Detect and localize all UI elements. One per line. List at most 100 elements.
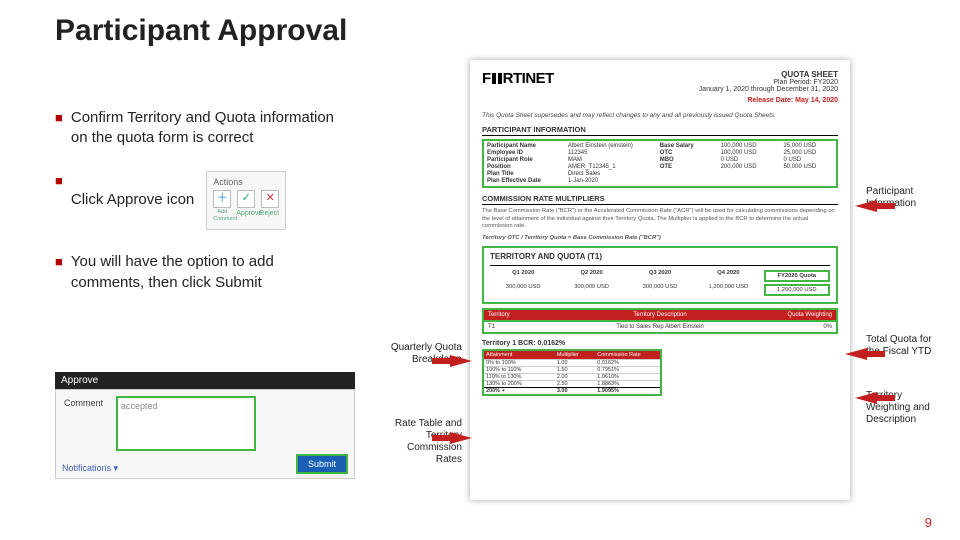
fortinet-logo: FRTINET [482,70,554,87]
r4c: 1.9095% [597,388,658,394]
pi-otc-a: 100,000 USD [721,150,774,156]
submit-button[interactable]: Submit [296,454,348,474]
r3c: 1.8863% [597,381,658,387]
r0a: 0% to 100% [486,360,557,366]
bullet-2: ■ Click Approve icon Actions ＋ ✓ ✕ Add C… [55,171,335,231]
arrow-icon [855,200,877,212]
bullet-1: ■ Confirm Territory and Quota informatio… [55,108,335,149]
pi-ote-k: OTE [660,164,711,170]
add-label: Add Comment [213,209,231,224]
pi-ote-a: 200,000 USD [721,164,774,170]
approve-label: Approve [236,209,254,224]
territory-table-header: Territory Territory Description Quota We… [482,308,838,322]
release-date: Release Date: May 14, 2020 [699,97,838,104]
approve-bar: Approve [55,372,355,389]
reject-icon[interactable]: ✕ [261,190,279,208]
r1c: 0.7951% [597,367,658,373]
r1b: 1.50 [557,367,597,373]
pi-mbo-q: 0 USD [783,157,833,163]
supersedes-note: This Quota Sheet supersedes and may refl… [482,112,838,119]
arrow-icon [855,392,877,404]
arrow-icon [450,432,472,444]
rate-h-c: Commission Rate [597,352,658,358]
add-comment-icon[interactable]: ＋ [213,190,231,208]
section-crm: COMMISSION RATE MULTIPLIERS [482,194,838,205]
arrow-icon [450,355,472,367]
pi-mbo-a: 0 USD [721,157,774,163]
participant-info-box: Participant Name Albert Einstein (einste… [482,139,838,188]
pi-base-k: Base Salary [660,143,711,149]
bullet-list: ■ Confirm Territory and Quota informatio… [55,108,335,315]
tq-q4-h: Q4 2020 [695,270,761,282]
tq-q3-h: Q3 2020 [627,270,693,282]
reject-label: Reject [259,209,277,224]
crm-formula: Territory OTC / Territory Quota = Base C… [482,235,838,243]
territory-quota-box: TERRITORY AND QUOTA (T1) Q1 2020 Q2 2020… [482,246,838,304]
date-range: January 1, 2020 through December 31, 202… [699,86,838,93]
bullet-square-icon: ■ [55,171,63,231]
comment-label: Comment [64,398,103,408]
r1a: 100% to 110% [486,367,557,373]
pi-plan-k: Plan Title [487,171,558,177]
r0b: 1.00 [557,360,597,366]
doc-title: QUOTA SHEET [699,70,838,79]
tq-title: TERRITORY AND QUOTA (T1) [490,252,830,261]
bullet-3: ■ You will have the option to add commen… [55,252,335,293]
bullet-square-icon: ■ [55,252,63,293]
approve-panel: Approve Comment accepted Notifications ▾… [55,372,355,479]
pi-emp-v: 112345 [568,150,650,156]
pi-eff-v: 1-Jan-2020 [568,178,650,184]
plan-period: Plan Period: FY2020 [699,79,838,86]
pi-name-k: Participant Name [487,143,558,149]
approve-icon[interactable]: ✓ [237,190,255,208]
bullet-3-text: You will have the option to add comments… [71,252,335,293]
bullet-2-text: Click Approve icon [71,190,194,210]
tq-q4-v: 1,200,000 USD [695,284,761,296]
crm-text: The Base Commission Rate ("BCR") or the … [482,208,838,231]
arrow-icon [845,348,867,360]
page-title: Participant Approval [55,14,347,48]
pi-base-q: 25,000 USD [783,143,833,149]
r4b: 3.00 [557,388,597,394]
pi-plan-v: Direct Sales [568,171,650,177]
ter-r-b: Tied to Sales Rep Albert Einstein [574,324,746,330]
section-participant-info: PARTICIPANT INFORMATION [482,125,838,136]
r2a: 110% to 130% [486,374,557,380]
rate-table: Attainment Multiplier Commission Rate 0%… [482,349,662,396]
pi-base-a: 100,000 USD [721,143,774,149]
notifications-link[interactable]: Notifications ▾ [62,463,118,474]
comment-input[interactable]: accepted [116,396,256,451]
pi-pos-v: AMER_T12345_1 [568,164,650,170]
quota-sheet-preview: FRTINET QUOTA SHEET Plan Period: FY2020 … [470,60,850,500]
ter-r-c: 0% [746,324,832,330]
tq-q1-v: 300,000 USD [490,284,556,296]
ter-h-a: Territory [488,312,574,318]
r3a: 130% to 200% [486,381,557,387]
approve-body: Comment accepted Notifications ▾ Submit [55,389,355,479]
bcr-title: Territory 1 BCR: 0.0162% [482,340,838,347]
rate-h-b: Multiplier [557,352,597,358]
tq-q2-h: Q2 2020 [558,270,624,282]
r2c: 1.0610% [597,374,658,380]
r3b: 2.50 [557,381,597,387]
pi-ote-q: 50,000 USD [783,164,833,170]
actions-header: Actions [213,176,279,188]
pi-otc-q: 25,000 USD [783,150,833,156]
actions-toolbar: Actions ＋ ✓ ✕ Add Comment Approve Reject [206,171,286,231]
pi-pos-k: Position [487,164,558,170]
ter-h-c: Quota Weighting [746,312,832,318]
pi-eff-k: Plan Effective Date [487,178,558,184]
territory-row: T1 Tied to Sales Rep Albert Einstein 0% [482,322,838,334]
pi-otc-k: OTC [660,150,711,156]
rate-h-a: Attainment [486,352,557,358]
pi-role-v: MAM [568,157,650,163]
ter-r-a: T1 [488,324,574,330]
r2b: 2.00 [557,374,597,380]
tq-q2-v: 300,000 USD [558,284,624,296]
r4a: 200% + [486,388,557,394]
r0c: 0.0162% [597,360,658,366]
bullet-1-text: Confirm Territory and Quota information … [71,108,335,149]
bullet-square-icon: ■ [55,108,63,149]
tq-q1-h: Q1 2020 [490,270,556,282]
pi-mbo-k: MBO [660,157,711,163]
